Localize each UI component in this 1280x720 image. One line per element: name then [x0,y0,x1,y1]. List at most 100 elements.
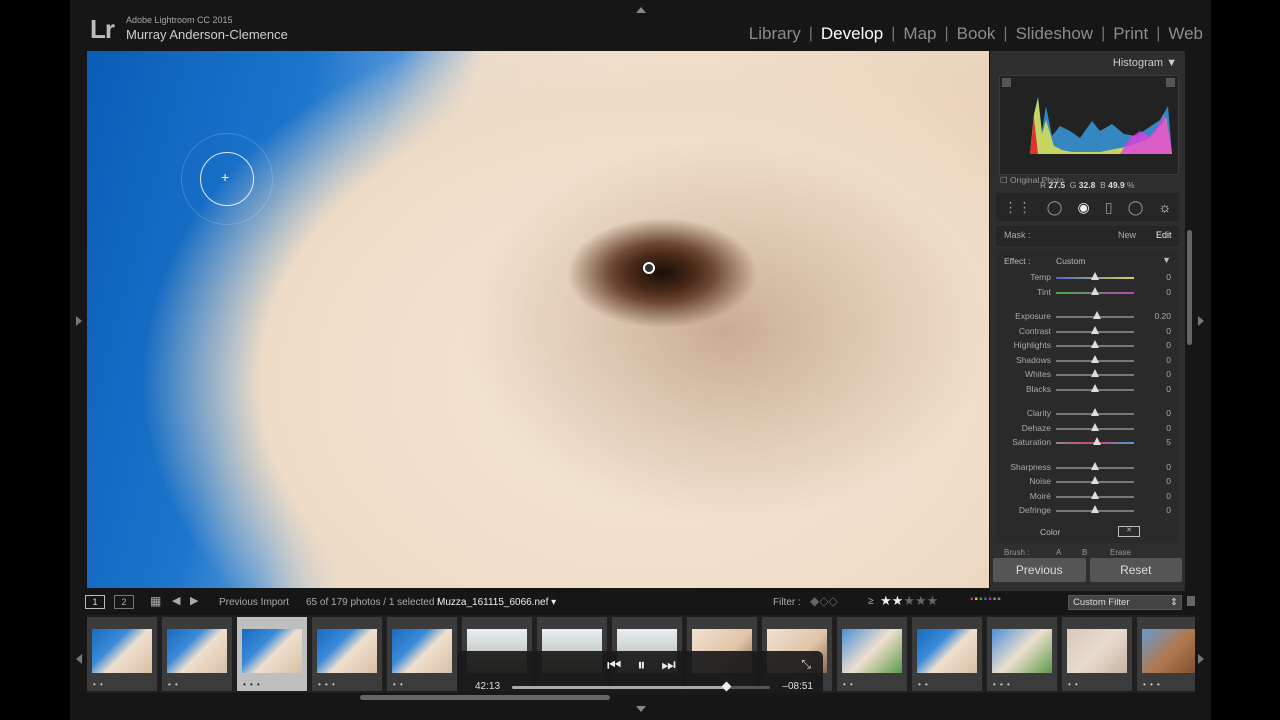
filmstrip-source[interactable]: Previous Import [219,597,289,608]
effect-menu-icon[interactable]: ▼ [1162,255,1171,265]
adjustment-brush-icon[interactable]: ☼ [1159,199,1172,215]
star-icon[interactable]: ★ [880,593,892,608]
brush-a-button[interactable]: A [1056,548,1061,556]
color-label-filter-icon[interactable]: ▪▪▪▪▪▪▪ [970,594,1002,605]
star-icon[interactable]: ★ [892,593,904,608]
slider-handle[interactable] [1091,476,1099,484]
filmstrip-thumbnail[interactable]: • • [87,617,157,691]
panel-scrollbar[interactable] [1187,230,1192,345]
left-panel-toggle-icon[interactable] [76,316,82,326]
mask-new-button[interactable]: New [1118,230,1136,240]
scrubber-handle[interactable] [721,681,732,692]
slider-value[interactable]: 0 [1166,369,1171,379]
exit-fullscreen-icon[interactable]: ⤡ [801,657,811,672]
slider-saturation[interactable]: Saturation 5 [996,436,1179,450]
slider-value[interactable]: 0 [1166,287,1171,297]
bottom-panel-toggle-icon[interactable] [636,706,646,712]
module-print[interactable]: Print [1105,24,1156,44]
color-swatch-icon[interactable]: ✕ [1118,526,1140,537]
slider-value[interactable]: 0.20 [1154,311,1171,321]
slider-value[interactable]: 0 [1166,272,1171,282]
top-panel-toggle-icon[interactable] [636,7,646,13]
previous-track-icon[interactable]: ⏮ [607,657,621,675]
rating-operator[interactable]: ≥ [868,596,874,607]
slider-handle[interactable] [1091,325,1099,334]
filmstrip-thumbnail[interactable]: • • [837,617,907,691]
slider-value[interactable]: 0 [1166,340,1171,350]
filmstrip-thumbnail[interactable]: • • • [237,617,307,691]
slider-handle[interactable] [1091,505,1099,513]
module-slideshow[interactable]: Slideshow [1008,24,1102,44]
filmstrip-thumbnail[interactable]: • • • [1137,617,1195,691]
slider-value[interactable]: 0 [1166,384,1171,394]
slider-value[interactable]: 0 [1166,505,1171,515]
original-photo-checkbox[interactable]: ☐ Original Photo [1000,175,1064,186]
slider-value[interactable]: 5 [1166,437,1171,447]
slider-value[interactable]: 0 [1166,408,1171,418]
slider-handle[interactable] [1091,340,1099,348]
crop-tool-icon[interactable]: ⋮⋮ [1004,199,1032,216]
slider-value[interactable]: 0 [1166,355,1171,365]
slider-value[interactable]: 0 [1166,476,1171,486]
slider-handle[interactable] [1091,490,1099,499]
slider-handle[interactable] [1091,354,1099,363]
histogram-header[interactable]: Histogram ▼ [1113,57,1177,69]
slider-shadows[interactable]: Shadows 0 [996,354,1179,368]
filmstrip-thumbnail[interactable]: • • [387,617,457,691]
filmstrip-thumbnail[interactable]: • • • [987,617,1057,691]
rating-filter[interactable]: ★★★★★ [880,593,938,609]
grid-view-icon[interactable]: ▦ [150,594,161,608]
histogram[interactable]: R 27.5 G 32.8 B 49.9 % [999,75,1179,190]
filmstrip-scroll-left-icon[interactable] [76,654,82,664]
slider-handle[interactable] [1091,383,1099,392]
radial-filter-icon[interactable]: ◯ [1128,199,1144,216]
next-track-icon[interactable]: ⏭ [661,657,675,675]
slider-moiré[interactable]: Moiré 0 [996,490,1179,504]
slider-tint[interactable]: Tint 0 [996,286,1179,300]
right-panel-toggle-icon[interactable] [1198,316,1204,326]
filmstrip-thumbnail[interactable]: • • [1062,617,1132,691]
filmstrip-thumbnail[interactable]: • • • [312,617,382,691]
forward-arrow-icon[interactable]: ▶ [190,594,198,607]
slider-value[interactable]: 0 [1166,462,1171,472]
module-book[interactable]: Book [949,24,1004,44]
slider-handle[interactable] [1091,369,1099,377]
slider-defringe[interactable]: Defringe 0 [996,504,1179,518]
module-library[interactable]: Library [741,24,809,44]
slider-handle[interactable] [1091,422,1099,431]
filmstrip-thumbnail[interactable]: • • [912,617,982,691]
slider-dehaze[interactable]: Dehaze 0 [996,422,1179,436]
slider-handle[interactable] [1091,461,1099,470]
brush-erase-button[interactable]: Erase [1110,548,1131,556]
slider-noise[interactable]: Noise 0 [996,475,1179,489]
photo-canvas[interactable]: + [87,51,989,588]
spot-removal-icon[interactable]: ◯ [1047,199,1063,216]
slider-value[interactable]: 0 [1166,326,1171,336]
pause-icon[interactable]: ⏸ [637,657,645,675]
main-window-button[interactable]: 1 [85,595,105,609]
star-icon[interactable]: ★ [903,593,915,608]
back-arrow-icon[interactable]: ◀ [172,594,180,607]
slider-temp[interactable]: Temp 0 [996,271,1179,285]
slider-contrast[interactable]: Contrast 0 [996,325,1179,339]
video-scrubber[interactable] [512,681,770,692]
filmstrip-thumbnail[interactable]: • • [162,617,232,691]
slider-sharpness[interactable]: Sharpness 0 [996,461,1179,475]
red-eye-icon[interactable]: ◉ [1078,199,1090,216]
filter-lock-icon[interactable] [1187,596,1195,606]
slider-clarity[interactable]: Clarity 0 [996,407,1179,421]
module-web[interactable]: Web [1160,24,1211,44]
slider-handle[interactable] [1093,437,1102,445]
slider-value[interactable]: 0 [1166,491,1171,501]
star-icon[interactable]: ★ [927,593,939,608]
mask-edit-button[interactable]: Edit [1156,230,1172,240]
graduated-filter-icon[interactable]: ▯ [1105,199,1113,216]
second-window-button[interactable]: 2 [114,595,134,609]
slider-whites[interactable]: Whites 0 [996,368,1179,382]
slider-value[interactable]: 0 [1166,423,1171,433]
slider-highlights[interactable]: Highlights 0 [996,339,1179,353]
module-map[interactable]: Map [895,24,944,44]
module-develop[interactable]: Develop [813,24,891,44]
selected-filename[interactable]: Muzza_161115_6066.nef ▾ [437,597,556,608]
slider-handle[interactable] [1091,286,1099,295]
